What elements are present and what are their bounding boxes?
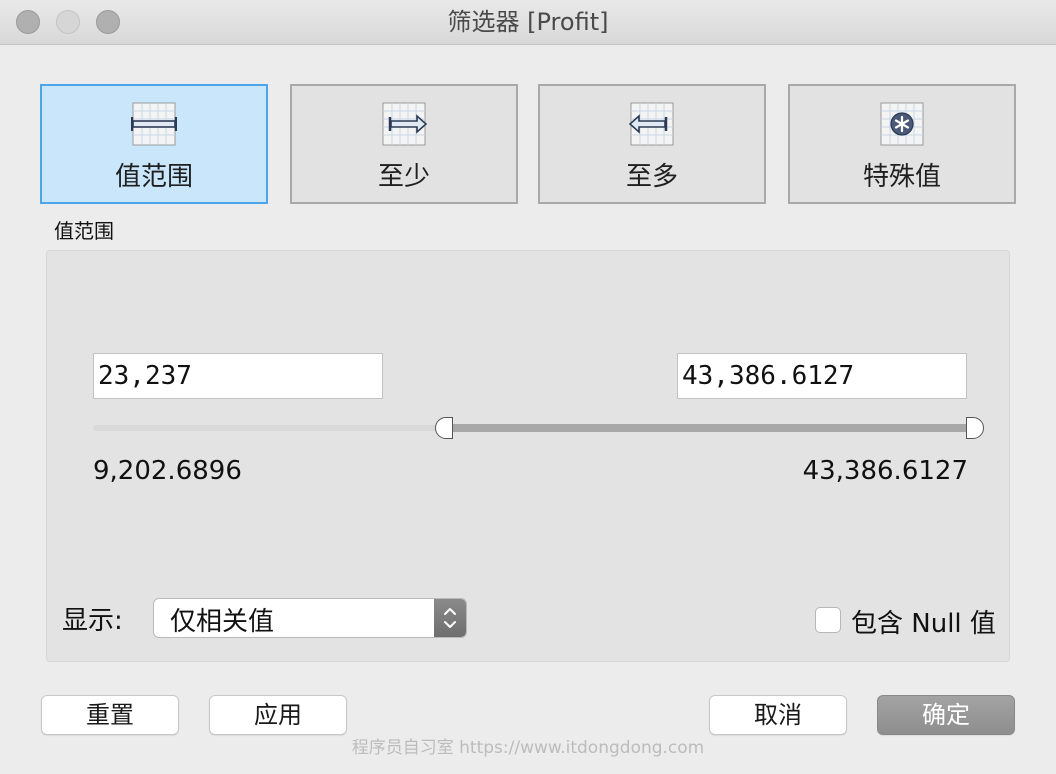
filter-dialog: 筛选器 [Profit] 值范围 至少 至多 特殊值 值范围 23,237 43… [0,0,1056,774]
min-value-input[interactable] [93,353,383,399]
tab-value-range[interactable]: 值范围 [40,84,268,204]
include-null-checkbox[interactable] [815,607,841,633]
watermark: 程序员自习室 https://www.itdongdong.com [351,738,705,758]
show-select-value: 仅相关值 [170,607,275,637]
slider-track[interactable] [93,425,443,431]
tab-label: 特殊值 [862,162,941,192]
at-least-icon [382,102,427,146]
special-values-icon [880,102,924,146]
data-min-label: 9,202.6896 [93,456,242,486]
cancel-button[interactable]: 取消 [709,695,847,735]
show-label: 显示: [62,606,123,636]
tab-at-most[interactable]: 至多 [538,84,766,204]
slider-selected-range[interactable] [443,424,975,432]
window-title: 筛选器 [Profit] [447,8,609,36]
tab-special-values[interactable]: 特殊值 [788,84,1016,204]
max-value-input[interactable] [677,353,967,399]
show-select[interactable]: 仅相关值 [153,598,467,638]
tab-label: 至少 [377,162,430,192]
include-null-label: 包含 Null 值 [851,609,996,639]
at-most-icon [629,102,674,146]
slider-min-handle[interactable] [435,417,453,439]
section-title: 值范围 [54,219,114,243]
tab-label: 至多 [625,162,678,192]
title-bar[interactable]: 筛选器 [Profit] [0,0,1056,45]
chevron-up-down-icon[interactable] [434,599,466,637]
apply-button[interactable]: 应用 [209,695,347,735]
tab-label: 值范围 [114,162,193,192]
reset-button[interactable]: 重置 [41,695,179,735]
ok-button[interactable]: 确定 [877,695,1015,735]
tab-at-least[interactable]: 至少 [290,84,518,204]
data-max-label: 43,386.6127 [802,456,968,486]
range-icon [131,102,177,146]
